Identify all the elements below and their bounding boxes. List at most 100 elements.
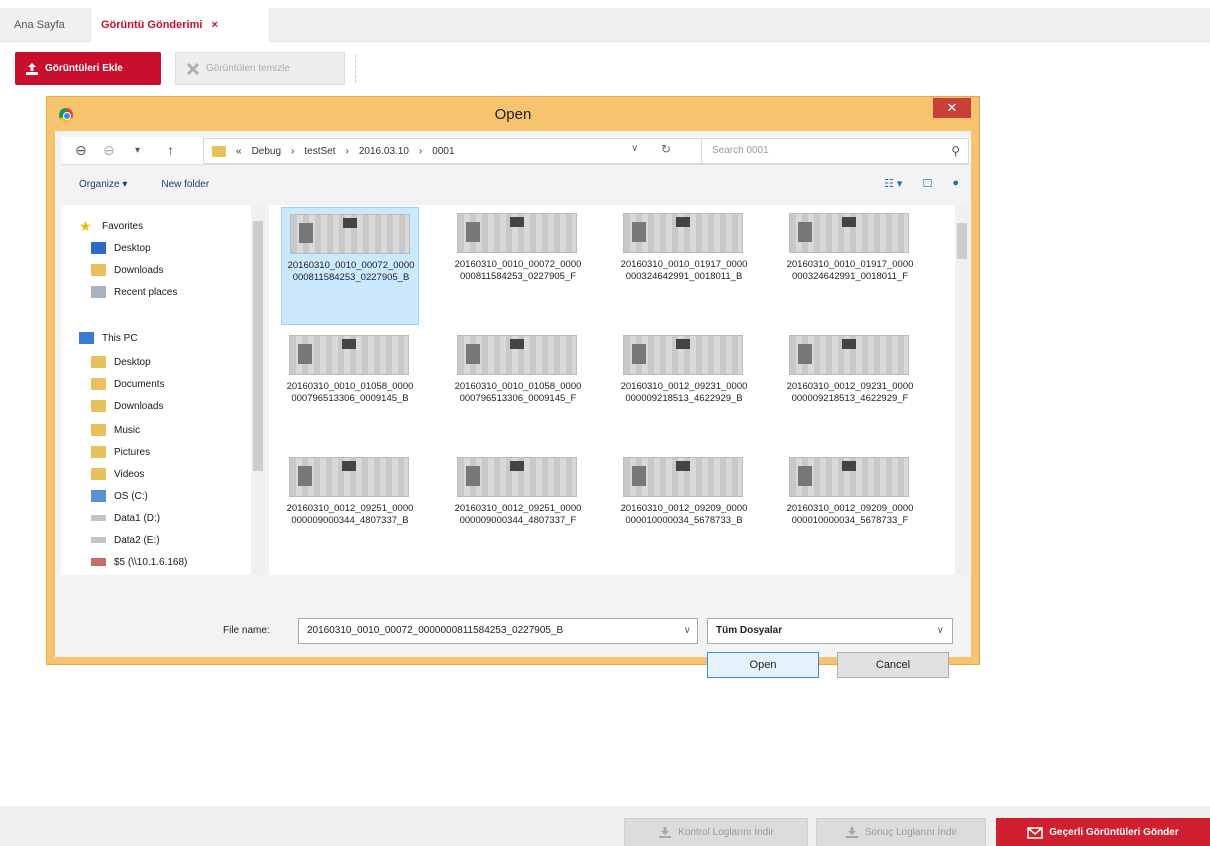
documents-icon <box>91 378 106 390</box>
search-input[interactable]: Search 0001 ⚲ <box>701 138 969 164</box>
file-type-select[interactable]: Tüm Dosyalar ∨ <box>707 618 953 644</box>
tab-label: Görüntü Gönderimi <box>101 19 203 31</box>
download-result-logs-button[interactable]: Sonuç Loglarını İndir <box>816 818 986 846</box>
file-item[interactable]: 20160310_0010_00072_0000000811584253_022… <box>281 207 419 325</box>
add-images-button[interactable]: Görüntüleri Ekle <box>15 52 161 85</box>
file-item[interactable]: 20160310_0012_09251_0000000009000344_480… <box>281 451 419 569</box>
nav-item-drive-c[interactable]: OS (C:) <box>91 487 148 505</box>
file-thumbnail <box>457 213 577 253</box>
tab-image-upload[interactable]: Görüntü Gönderimi × <box>90 8 270 42</box>
download-result-logs-label: Sonuç Loglarını İndir <box>864 827 958 838</box>
breadcrumb-separator: › <box>418 145 423 157</box>
navigation-pane: ★ Favorites Desktop Downloads Recent pla… <box>61 205 265 575</box>
file-item[interactable]: 20160310_0010_01917_0000000324642991_001… <box>615 207 753 325</box>
desktop-icon <box>91 242 106 254</box>
recent-locations-chevron-icon[interactable]: ▾ <box>135 145 140 156</box>
add-images-label: Görüntüleri Ekle <box>45 63 123 74</box>
tab-close-icon[interactable]: × <box>212 19 218 31</box>
address-bar: ⊖ ⊖ ▾ ↑ « Debug › testSet › 2016.03.10 ›… <box>61 137 971 165</box>
nav-item-label: OS (C:) <box>114 490 148 502</box>
breadcrumb-testset[interactable]: testSet <box>304 146 335 157</box>
file-item[interactable]: 20160310_0012_09231_0000000009218513_462… <box>781 329 919 447</box>
cancel-button[interactable]: Cancel <box>837 652 949 678</box>
app-root: Ana Sayfa Görüntü Gönderimi × Görüntüler… <box>0 0 1210 846</box>
view-controls: ☷ ▾ ☐ ● <box>884 177 959 190</box>
clear-icon <box>186 62 200 75</box>
nav-item-pc-desktop[interactable]: Desktop <box>91 353 151 371</box>
file-item[interactable]: 20160310_0010_01058_0000000796513306_000… <box>449 329 587 447</box>
breadcrumb-overflow[interactable]: « <box>236 146 242 157</box>
nav-item-pc-downloads[interactable]: Downloads <box>91 397 163 415</box>
send-valid-images-label: Geçerli Görüntüleri Gönder <box>1049 827 1179 838</box>
nav-item-drive-d[interactable]: Data1 (D:) <box>91 509 160 527</box>
help-icon[interactable]: ● <box>952 177 959 190</box>
chevron-down-icon[interactable]: ∨ <box>937 619 944 643</box>
nav-item-label: $5 (\\10.1.6.168) <box>114 556 188 568</box>
breadcrumb-separator: › <box>345 145 349 157</box>
tab-home[interactable]: Ana Sayfa <box>4 8 75 42</box>
file-item[interactable]: 20160310_0012_09231_0000000009218513_462… <box>615 329 753 447</box>
star-icon: ★ <box>79 218 92 234</box>
new-folder-button[interactable]: New folder <box>161 179 209 190</box>
breadcrumb-folder[interactable]: 0001 <box>432 146 454 157</box>
file-item[interactable]: 20160310_0010_00072_0000000811584253_022… <box>449 207 587 325</box>
nav-item-label: Downloads <box>114 400 164 412</box>
file-name: 20160310_0010_01917_0000000324642991_001… <box>786 259 914 282</box>
nav-item-pictures[interactable]: Pictures <box>91 443 150 461</box>
preview-pane-icon[interactable]: ☐ <box>922 177 932 190</box>
nav-item-favorites[interactable]: ★ Favorites <box>79 217 143 235</box>
file-item[interactable]: 20160310_0012_09209_0000000010000034_567… <box>781 451 919 569</box>
file-thumbnail <box>289 457 409 497</box>
nav-item-recent-places[interactable]: Recent places <box>91 283 177 301</box>
breadcrumb-date[interactable]: 2016.03.10 <box>359 146 409 157</box>
nav-item-videos[interactable]: Videos <box>91 465 144 483</box>
drive-icon <box>91 490 106 502</box>
clear-images-button[interactable]: Görüntüleri temizle <box>175 52 345 85</box>
search-icon[interactable]: ⚲ <box>951 139 960 163</box>
nav-scrollbar-thumb[interactable] <box>253 221 263 471</box>
file-item[interactable]: 20160310_0012_09251_0000000009000344_480… <box>449 451 587 569</box>
music-icon <box>91 424 106 436</box>
file-thumbnail <box>789 213 909 253</box>
nav-item-documents[interactable]: Documents <box>91 375 165 393</box>
file-grid-scrollbar[interactable] <box>955 205 969 575</box>
open-button[interactable]: Open <box>707 652 819 678</box>
file-thumbnail <box>457 335 577 375</box>
nav-item-network-drive[interactable]: $5 (\\10.1.6.168) <box>91 553 187 571</box>
file-thumbnail <box>623 457 743 497</box>
nav-item-desktop[interactable]: Desktop <box>91 239 151 257</box>
folder-icon <box>212 145 226 157</box>
forward-arrow-icon[interactable]: ⊖ <box>103 142 115 159</box>
file-item[interactable]: 20160310_0010_01058_0000000796513306_000… <box>281 329 419 447</box>
search-placeholder: Search 0001 <box>712 145 769 156</box>
nav-item-downloads[interactable]: Downloads <box>91 261 163 279</box>
dialog-close-button[interactable]: ✕ <box>933 98 971 118</box>
nav-scrollbar[interactable] <box>251 205 265 575</box>
nav-item-this-pc[interactable]: This PC <box>79 329 138 347</box>
change-view-icon[interactable]: ☷ ▾ <box>884 177 902 190</box>
address-dropdown-icon[interactable]: ∨ <box>631 143 638 154</box>
open-file-dialog: Open ✕ ⊖ ⊖ ▾ ↑ « Debug › testSet › 2016.… <box>46 96 980 678</box>
organize-menu[interactable]: Organize ▾ <box>79 179 127 190</box>
nav-item-label: Recent places <box>114 286 178 298</box>
download-control-logs-button[interactable]: Kontrol Loglarını İndir <box>624 818 808 846</box>
nav-item-music[interactable]: Music <box>91 421 140 439</box>
drive-icon <box>91 537 106 543</box>
dialog-titlebar[interactable]: Open ✕ <box>47 97 979 131</box>
pictures-icon <box>91 446 106 458</box>
nav-item-drive-e[interactable]: Data2 (E:) <box>91 531 160 549</box>
file-name-input[interactable]: 20160310_0010_00072_0000000811584253_022… <box>298 618 698 644</box>
file-item[interactable]: 20160310_0012_09209_0000000010000034_567… <box>615 451 753 569</box>
breadcrumb-debug[interactable]: Debug <box>252 146 281 157</box>
file-item[interactable]: 20160310_0010_01917_0000000324642991_001… <box>781 207 919 325</box>
nav-item-label: Downloads <box>114 264 164 276</box>
file-grid-scrollbar-thumb[interactable] <box>957 223 967 259</box>
back-arrow-icon[interactable]: ⊖ <box>75 142 87 159</box>
file-name: 20160310_0010_01058_0000000796513306_000… <box>454 381 582 404</box>
chevron-down-icon[interactable]: ∨ <box>684 619 691 643</box>
send-valid-images-button[interactable]: Geçerli Görüntüleri Gönder <box>996 818 1210 846</box>
refresh-icon[interactable]: ↻ <box>661 142 671 156</box>
up-arrow-icon[interactable]: ↑ <box>167 142 174 158</box>
nav-item-label: Documents <box>114 378 165 390</box>
file-thumbnail <box>623 335 743 375</box>
